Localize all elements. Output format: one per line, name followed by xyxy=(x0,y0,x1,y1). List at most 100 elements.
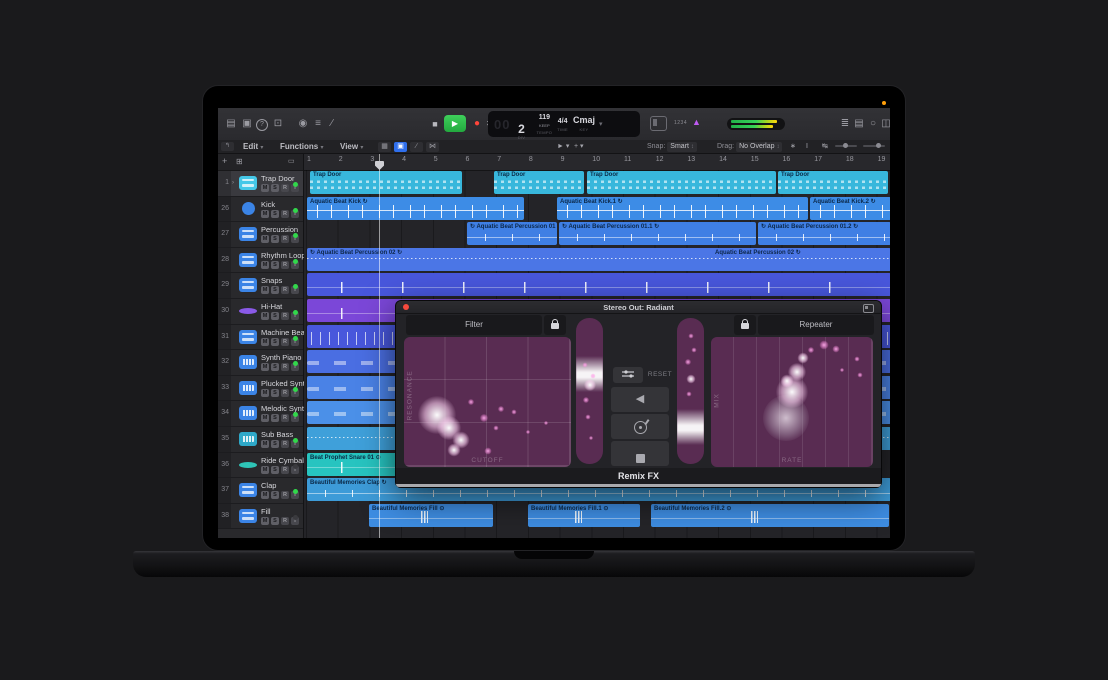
note-pads-icon[interactable]: ▤ xyxy=(852,117,866,131)
edit-option-icon-0[interactable]: ∗ xyxy=(790,142,796,151)
track-header-rhythm-loop[interactable]: 28Rhythm LoopMSRI xyxy=(218,248,303,274)
s-button[interactable]: S xyxy=(271,184,279,192)
s-button[interactable]: S xyxy=(271,261,279,269)
track-header-snaps[interactable]: 29SnapsMSRI xyxy=(218,273,303,299)
lcd-chevron-icon[interactable]: ▾ xyxy=(599,120,603,128)
m-button[interactable]: M xyxy=(261,517,269,525)
display-mode-button[interactable] xyxy=(650,116,667,131)
remix-fx-plugin-window[interactable]: Stereo Out: Radiant Filter Repeater RESO… xyxy=(396,301,881,487)
count-in-button[interactable]: 1234 xyxy=(674,120,687,126)
play-button[interactable]: ▶ xyxy=(444,115,466,132)
track-header-kick[interactable]: 26KickMSRI xyxy=(218,197,303,223)
m-button[interactable]: M xyxy=(261,286,269,294)
track-header-options-button[interactable]: ▭ xyxy=(288,156,295,167)
horizontal-zoom-slider[interactable] xyxy=(863,145,885,147)
plugin-titlebar[interactable]: Stereo Out: Radiant xyxy=(396,301,881,314)
r-button[interactable]: R xyxy=(281,338,289,346)
r-button[interactable]: R xyxy=(281,184,289,192)
region[interactable]: Beautiful Memories Fill ⊙ xyxy=(369,504,493,527)
filter-effect-menu[interactable]: Filter xyxy=(406,315,542,335)
view-button-piano-roll[interactable]: ▣ xyxy=(394,142,407,152)
edit-option-icon-2[interactable]: ↹ xyxy=(822,142,828,151)
track-on-indicator[interactable] xyxy=(293,208,298,213)
r-button[interactable]: R xyxy=(281,414,289,422)
right-fx-slider[interactable] xyxy=(677,318,704,464)
reset-button[interactable]: RESET xyxy=(647,367,673,383)
track-on-indicator[interactable] xyxy=(293,336,298,341)
vertical-zoom-slider[interactable] xyxy=(835,145,857,147)
s-button[interactable]: S xyxy=(271,363,279,371)
edit-option-icon-1[interactable]: I xyxy=(806,142,808,151)
editors-icon[interactable]: ∕ xyxy=(325,117,339,131)
library-icon[interactable]: ▤ xyxy=(224,117,238,131)
drag-menu[interactable]: Drag:No Overlap ↕ xyxy=(717,142,782,152)
loop-browser-icon[interactable]: ○ xyxy=(866,117,880,131)
filter-lock-button[interactable] xyxy=(544,315,566,335)
metronome-button[interactable]: ▲ xyxy=(692,117,701,127)
s-button[interactable]: S xyxy=(271,210,279,218)
add-multiple-tracks-button[interactable]: ⊞ xyxy=(236,156,243,167)
mixer-icon[interactable]: ≡ xyxy=(311,117,325,131)
region[interactable]: Aquatic Beat Kick ↻ xyxy=(307,197,524,220)
repeater-xy-pad[interactable]: MIX RATE xyxy=(711,337,873,467)
s-button[interactable]: S xyxy=(271,235,279,243)
catch-playhead-button[interactable]: ↰ xyxy=(221,142,234,151)
m-button[interactable]: M xyxy=(261,440,269,448)
r-button[interactable]: R xyxy=(281,440,289,448)
r-button[interactable]: R xyxy=(281,389,289,397)
track-header-ride-cymbal[interactable]: 36Ride CymbalMSRI xyxy=(218,453,303,479)
r-button[interactable]: R xyxy=(281,261,289,269)
region[interactable]: Trap Door xyxy=(587,171,776,194)
m-button[interactable]: M xyxy=(261,261,269,269)
m-button[interactable]: M xyxy=(261,312,269,320)
track-header-percussion[interactable]: 27PercussionMSRI xyxy=(218,222,303,248)
r-button[interactable]: R xyxy=(281,210,289,218)
region[interactable]: ↻ Aquatic Beat Percussion 01.2 ↻ xyxy=(758,222,890,245)
menu-edit[interactable]: Edit ▾ xyxy=(243,142,263,153)
m-button[interactable]: M xyxy=(261,338,269,346)
s-button[interactable]: S xyxy=(271,517,279,525)
region[interactable]: ↻ Aquatic Beat Percussion 01 ↻ xyxy=(467,222,557,245)
scratch-button[interactable] xyxy=(611,414,669,439)
r-button[interactable]: R xyxy=(281,466,289,474)
r-button[interactable]: R xyxy=(281,312,289,320)
region[interactable]: Aquatic Beat Kick.2 ↻ xyxy=(810,197,890,220)
m-button[interactable]: M xyxy=(261,184,269,192)
r-button[interactable]: R xyxy=(281,517,289,525)
lcd-display[interactable]: 00 3BAR2BEAT2DIV202TICK 119 KEEP TEMPO 4… xyxy=(488,111,640,137)
m-button[interactable]: M xyxy=(261,363,269,371)
tempo-display[interactable]: 119 KEEP TEMPO xyxy=(537,113,553,135)
r-button[interactable]: R xyxy=(281,235,289,243)
track-on-indicator[interactable] xyxy=(293,515,298,520)
r-button[interactable]: R xyxy=(281,286,289,294)
s-button[interactable]: S xyxy=(271,286,279,294)
repeater-effect-menu[interactable]: Repeater xyxy=(758,315,874,335)
view-button-grid[interactable]: ▦ xyxy=(378,142,391,152)
r-button[interactable]: R xyxy=(281,491,289,499)
left-fx-slider[interactable] xyxy=(576,318,603,464)
m-button[interactable]: M xyxy=(261,210,269,218)
track-header-sub-bass[interactable]: 35Sub BassMSRI xyxy=(218,427,303,453)
reverse-button[interactable]: ◀ xyxy=(611,387,669,412)
fx-settings-button[interactable] xyxy=(613,367,643,383)
menu-view[interactable]: View ▾ xyxy=(340,142,363,153)
region[interactable]: ↻ Aquatic Beat Percussion 02 ↻Aquatic Be… xyxy=(307,248,890,271)
s-button[interactable]: S xyxy=(271,491,279,499)
track-on-indicator[interactable] xyxy=(293,438,298,443)
pointer-tool-menu[interactable]: ► ▾ xyxy=(557,142,569,151)
region[interactable]: Aquatic Beat Kick.1 ↻ xyxy=(557,197,808,220)
view-button-flex[interactable]: ⋈ xyxy=(426,142,439,152)
s-button[interactable]: S xyxy=(271,414,279,422)
track-header-trap-door[interactable]: 1›Trap DoorMSRI xyxy=(218,171,303,197)
list-editors-icon[interactable]: ≣ xyxy=(838,117,852,131)
command-click-tool-menu[interactable]: + ▾ xyxy=(574,142,584,151)
time-signature-display[interactable]: 4/4 TIME xyxy=(557,117,568,132)
track-header-fill[interactable]: 38FillMSRI xyxy=(218,504,303,530)
key-signature-display[interactable]: Cmaj KEY xyxy=(573,116,595,132)
track-on-indicator[interactable] xyxy=(293,387,298,392)
tape-stop-button[interactable] xyxy=(611,441,669,466)
m-button[interactable]: M xyxy=(261,414,269,422)
m-button[interactable]: M xyxy=(261,235,269,243)
filter-xy-pad[interactable]: RESONANCE CUTOFF xyxy=(404,337,571,467)
view-button-automation[interactable]: ∕ xyxy=(410,142,423,152)
